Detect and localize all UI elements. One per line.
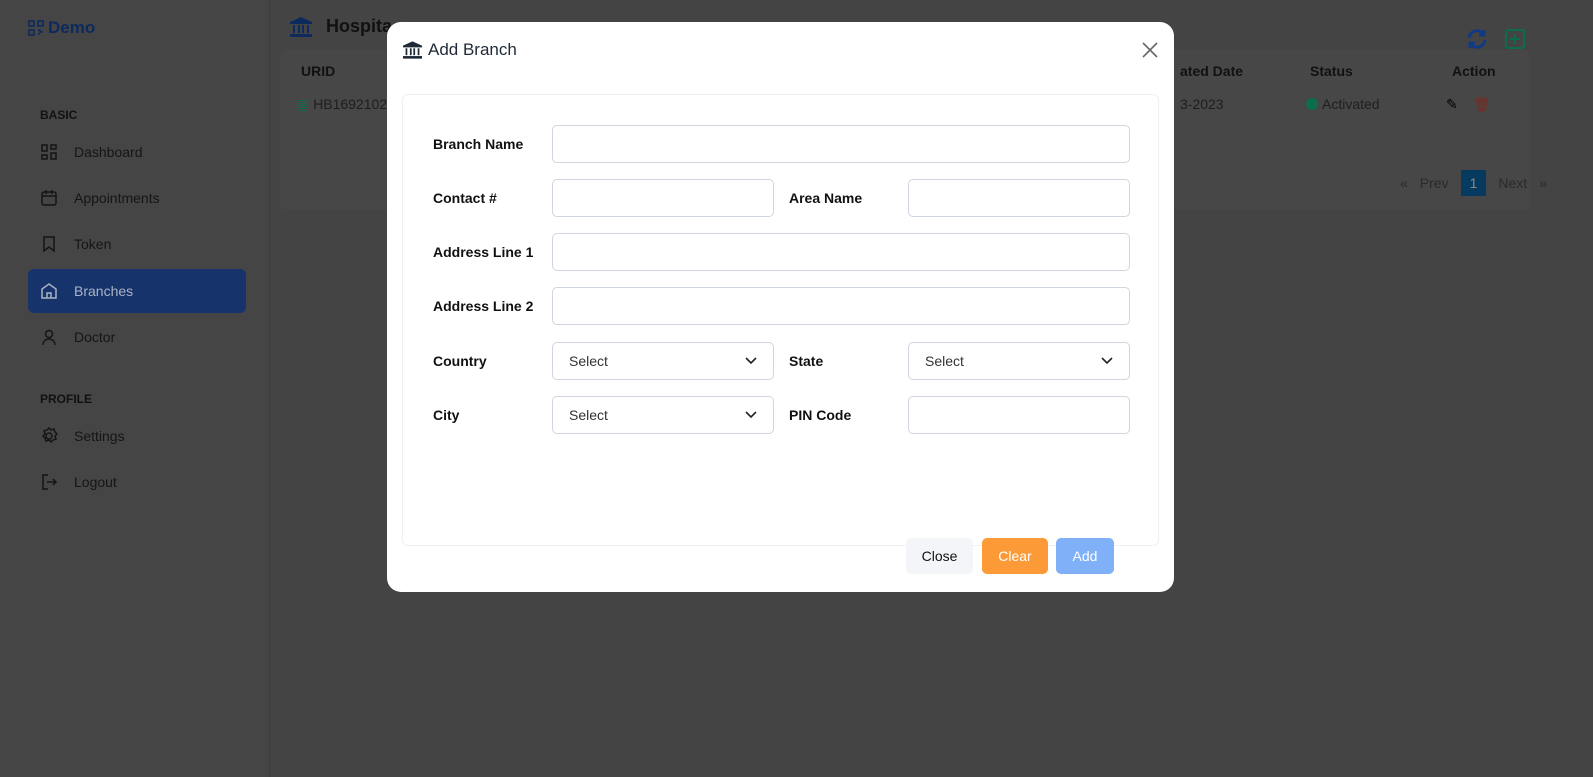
label-area-name: Area Name [789,190,863,206]
chevron-down-icon [1101,357,1113,365]
label-city: City [433,407,460,423]
cell-date: 3-2023 [1180,96,1224,112]
column-created-date: ated Date [1180,63,1244,79]
calendar-icon [41,190,57,206]
section-basic: BASIC [40,108,78,122]
state-select[interactable]: Select [908,342,1130,380]
close-button[interactable]: Close [906,538,973,574]
page-1-button[interactable]: 1 [1460,170,1487,196]
modal-title: Add Branch [403,40,517,60]
label-address-1: Address Line 1 [433,244,534,260]
cell-urid: ▦ HB1692102 [296,96,388,112]
pin-code-input[interactable] [908,396,1130,434]
column-action: Action [1452,63,1496,79]
chevron-down-icon [745,411,757,419]
status-badge: Activated [1306,96,1380,112]
qr-icon [28,20,44,36]
sidebar: Demo BASIC Dashboard Appointments Token … [0,0,270,777]
label-address-2: Address Line 2 [433,298,534,314]
label-state: State [789,353,824,369]
refresh-icon[interactable] [1466,28,1488,50]
column-status: Status [1310,63,1353,79]
prev-page-button[interactable]: Prev [1420,175,1449,191]
label-country: Country [433,353,487,369]
close-icon[interactable] [1140,40,1160,60]
address-line-1-input[interactable] [552,233,1130,271]
city-select[interactable]: Select [552,396,774,434]
pagination: « Prev 1 Next » [1400,170,1547,196]
address-line-2-input[interactable] [552,287,1130,325]
column-urid: URID [301,63,336,79]
first-page-button[interactable]: « [1400,175,1408,191]
last-page-button[interactable]: » [1539,175,1547,191]
logout-icon [42,474,58,490]
bank-icon [403,41,422,59]
branch-form: Branch Name Contact # Area Name Address … [402,94,1159,574]
sidebar-item-settings[interactable]: Settings [28,414,246,458]
label-contact: Contact # [433,190,497,206]
add-button[interactable]: Add [1056,538,1114,574]
bookmark-icon [43,236,55,253]
contact-input[interactable] [552,179,774,217]
bank-icon [290,16,312,37]
brand-name: Demo [48,18,96,37]
dashboard-icon [41,144,57,160]
sidebar-item-branches[interactable]: Branches [28,269,246,313]
label-branch-name: Branch Name [433,136,524,152]
country-select[interactable]: Select [552,342,774,380]
clear-button[interactable]: Clear [982,538,1048,574]
edit-icon[interactable]: ✎ [1446,96,1458,113]
branch-name-input[interactable] [552,125,1130,163]
qr-icon: ▦ [296,96,310,112]
label-pin-code: PIN Code [789,407,852,423]
sidebar-item-dashboard[interactable]: Dashboard [28,130,246,174]
status-dot-icon [1306,98,1318,110]
trash-icon[interactable]: 🗑 [1473,96,1491,113]
page-title: Hospita [290,16,392,37]
add-icon[interactable] [1505,29,1525,49]
add-branch-modal: Add Branch Branch Name Contact # Area Na… [387,22,1174,592]
brand-logo[interactable]: Demo [28,18,95,38]
user-icon [42,329,56,346]
building-icon [41,283,57,299]
sidebar-item-token[interactable]: Token [28,222,246,266]
sidebar-item-doctor[interactable]: Doctor [28,315,246,359]
area-name-input[interactable] [908,179,1130,217]
sidebar-item-logout[interactable]: Logout [28,460,246,504]
section-profile: PROFILE [40,392,93,406]
gear-icon [41,427,58,444]
chevron-down-icon [745,357,757,365]
next-page-button[interactable]: Next [1498,175,1527,191]
sidebar-item-appointments[interactable]: Appointments [28,176,246,220]
